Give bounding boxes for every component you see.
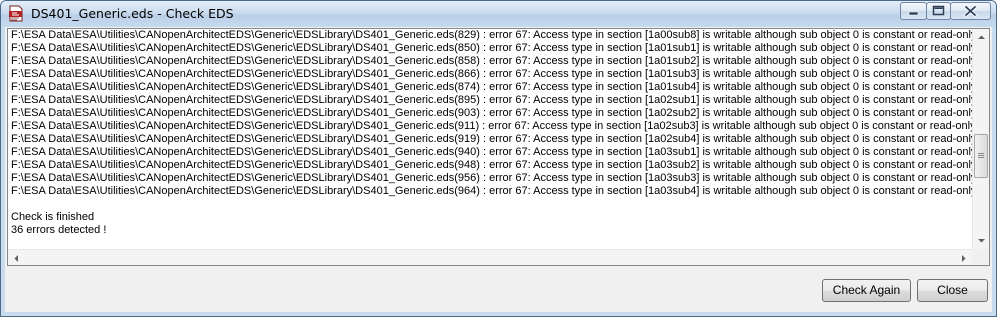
close-icon xyxy=(964,5,977,17)
scroll-up-icon[interactable] xyxy=(973,29,990,46)
title-close-button[interactable] xyxy=(950,2,991,20)
check-finished-text: Check is finished xyxy=(11,211,95,223)
maximize-icon xyxy=(932,5,945,16)
scroll-right-icon[interactable] xyxy=(955,250,972,266)
log-line: F:\ESA Data\ESA\Utilities\CANopenArchite… xyxy=(11,55,973,67)
log-line-blank xyxy=(11,198,973,211)
maximize-button[interactable] xyxy=(926,2,951,20)
scroll-left-icon[interactable] xyxy=(8,250,25,266)
log-line: F:\ESA Data\ESA\Utilities\CANopenArchite… xyxy=(11,120,973,132)
log-line: F:\ESA Data\ESA\Utilities\CANopenArchite… xyxy=(11,81,973,93)
log-line: F:\ESA Data\ESA\Utilities\CANopenArchite… xyxy=(11,159,973,171)
log-line: F:\ESA Data\ESA\Utilities\CANopenArchite… xyxy=(11,133,973,145)
log-line: F:\ESA Data\ESA\Utilities\CANopenArchite… xyxy=(11,172,973,184)
dialog-body: F:\ESA Data\ESA\Utilities\CANopenArchite… xyxy=(5,27,992,312)
eds-file-icon[interactable] xyxy=(8,5,24,22)
minimize-button[interactable] xyxy=(900,2,927,20)
minimize-icon xyxy=(908,11,919,16)
close-button[interactable]: Close xyxy=(917,279,988,302)
title-bar[interactable]: DS401_Generic.eds - Check EDS xyxy=(1,1,996,27)
log-line: F:\ESA Data\ESA\Utilities\CANopenArchite… xyxy=(11,42,973,54)
log-line: F:\ESA Data\ESA\Utilities\CANopenArchite… xyxy=(11,94,973,106)
log-line: F:\ESA Data\ESA\Utilities\CANopenArchite… xyxy=(11,185,973,197)
vertical-scrollbar[interactable] xyxy=(972,29,990,249)
check-again-button[interactable]: Check Again xyxy=(822,279,911,302)
scroll-down-icon[interactable] xyxy=(973,232,990,249)
check-output-text: F:\ESA Data\ESA\Utilities\CANopenArchite… xyxy=(11,29,973,250)
log-line: F:\ESA Data\ESA\Utilities\CANopenArchite… xyxy=(11,107,973,119)
scrollbar-corner xyxy=(972,249,989,265)
window-title: DS401_Generic.eds - Check EDS xyxy=(31,6,234,21)
log-line: F:\ESA Data\ESA\Utilities\CANopenArchite… xyxy=(11,29,973,41)
horizontal-scrollbar[interactable] xyxy=(8,249,972,266)
vertical-scroll-thumb[interactable] xyxy=(974,134,988,178)
log-line: F:\ESA Data\ESA\Utilities\CANopenArchite… xyxy=(11,68,973,80)
log-line: F:\ESA Data\ESA\Utilities\CANopenArchite… xyxy=(11,146,973,158)
error-count-text: 36 errors detected ! xyxy=(11,224,107,236)
check-output-textbox[interactable]: F:\ESA Data\ESA\Utilities\CANopenArchite… xyxy=(7,28,990,266)
check-eds-window: DS401_Generic.eds - Check EDS F:\ESA Dat… xyxy=(0,0,997,317)
